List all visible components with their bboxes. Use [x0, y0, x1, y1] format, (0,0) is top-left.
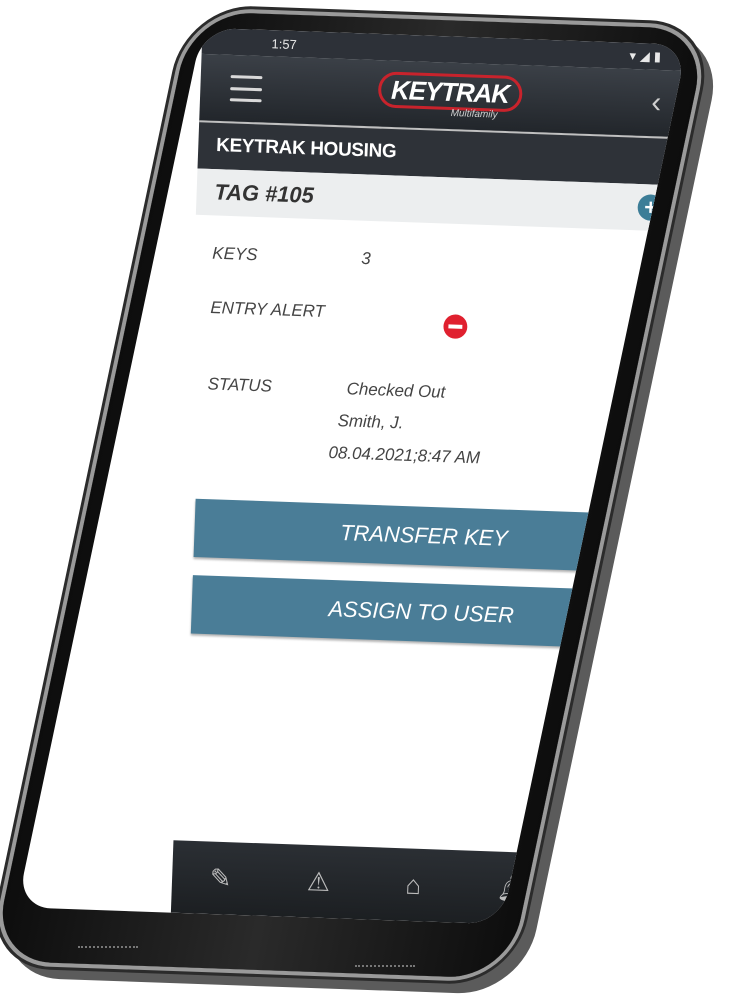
battery-icon: ▮ [653, 48, 662, 64]
status-time: 08.04.2021;8:47 AM [328, 442, 481, 468]
status-value: Checked Out [346, 379, 446, 402]
wifi-icon: ▾ [629, 47, 637, 64]
logo-subtitle: Multifamily [450, 107, 498, 121]
status-label: STATUS [207, 374, 273, 396]
status-lines: Checked Out Smith, J. 08.04.2021;8:47 AM [328, 373, 483, 474]
menu-icon[interactable] [229, 75, 263, 103]
tag-label: TAG #105 [214, 179, 315, 208]
bottom-nav: ✎ ⚠ ⌂ 🔔︎ ⌕ [170, 840, 659, 925]
signal-icon: ◢ [639, 48, 651, 64]
home-icon[interactable]: ⌂ [405, 869, 422, 901]
keys-label: KEYS [212, 243, 258, 265]
keys-value: 3 [361, 248, 372, 269]
edit-icon[interactable]: ✎ [209, 862, 232, 894]
status-icons: ▾ ◢ ▮ [629, 48, 661, 65]
phone: 1:57 ▾ ◢ ▮ KEYTRAK Multifamily ‹ KEYTRAK… [0, 0, 750, 1000]
back-icon[interactable]: ‹ [651, 86, 662, 121]
entry-alert-label: ENTRY ALERT [210, 297, 326, 321]
status-time: 1:57 [271, 35, 298, 52]
status-user: Smith, J. [337, 411, 404, 433]
keys-row: KEYS 3 [212, 244, 662, 280]
entry-alert-row: ENTRY ALERT [210, 298, 660, 346]
speaker-grille-right [355, 965, 415, 971]
logo-text: KEYTRAK [377, 70, 523, 112]
warning-icon[interactable]: ⚠ [306, 866, 330, 898]
search-icon[interactable]: ⌕ [604, 876, 620, 909]
remove-alert-icon[interactable] [443, 314, 469, 340]
phone-screen: 1:57 ▾ ◢ ▮ KEYTRAK Multifamily ‹ KEYTRAK… [16, 27, 688, 925]
keytrak-logo: KEYTRAK Multifamily [377, 70, 523, 121]
status-row: STATUS Checked Out Smith, J. 08.04.2021;… [205, 374, 657, 480]
speaker-grille-left [78, 946, 138, 952]
